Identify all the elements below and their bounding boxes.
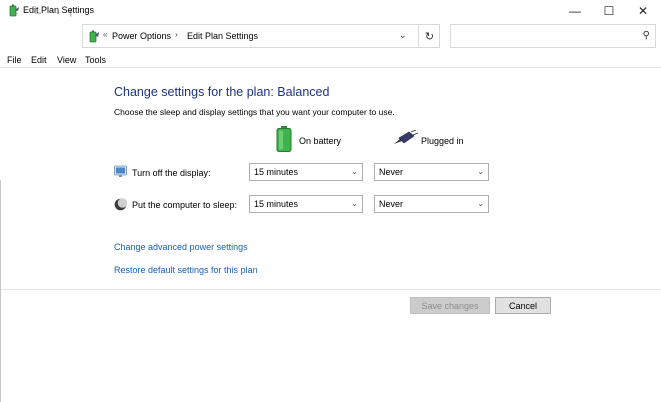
display-plugged-in-value: Never — [379, 167, 404, 177]
breadcrumb-power-options[interactable]: Power Options — [112, 31, 171, 41]
close-button[interactable]: ✕ — [626, 0, 660, 22]
menu-bar: File Edit View Tools — [0, 52, 661, 68]
sleep-moon-icon — [114, 198, 127, 211]
divider — [0, 289, 661, 290]
address-overflow-chevron-icon[interactable]: « — [103, 30, 107, 39]
put-computer-to-sleep-label: Put the computer to sleep: — [132, 200, 238, 210]
back-arrow-icon[interactable]: ← — [7, 4, 23, 20]
minimize-button[interactable]: — — [558, 0, 592, 22]
address-dropdown-icon[interactable]: ⌄ — [399, 30, 407, 41]
battery-icon — [276, 126, 292, 152]
refresh-icon[interactable]: ↻ — [418, 24, 440, 48]
on-battery-header: On battery — [299, 136, 342, 146]
sleep-on-battery-select[interactable]: 15 minutes ⌄ — [249, 195, 363, 213]
save-changes-button[interactable]: Save changes — [410, 297, 490, 314]
sleep-plugged-in-select[interactable]: Never ⌄ — [374, 195, 489, 213]
forward-arrow-icon[interactable]: → — [30, 4, 46, 20]
menu-edit[interactable]: Edit — [31, 55, 47, 65]
search-input[interactable]: ⚲ — [450, 24, 656, 48]
chevron-down-icon: ⌄ — [351, 167, 358, 176]
sleep-plugged-in-value: Never — [379, 199, 404, 209]
address-bar[interactable]: « Power Options › Edit Plan Settings ⌄ — [82, 24, 440, 48]
chevron-down-icon: ⌄ — [477, 199, 484, 208]
cancel-button[interactable]: Cancel — [495, 297, 551, 314]
chevron-down-icon: ⌄ — [351, 199, 358, 208]
up-arrow-icon[interactable]: ↑ — [63, 4, 79, 20]
turn-off-display-label: Turn off the display: — [132, 168, 211, 178]
menu-tools[interactable]: Tools — [85, 55, 106, 65]
chevron-down-icon: ⌄ — [477, 167, 484, 176]
control-panel-icon — [89, 30, 99, 43]
menu-view[interactable]: View — [57, 55, 76, 65]
power-plug-icon — [394, 130, 418, 144]
maximize-button[interactable]: ☐ — [592, 0, 626, 22]
display-on-battery-select[interactable]: 15 minutes ⌄ — [249, 163, 363, 181]
display-on-battery-value: 15 minutes — [254, 167, 299, 177]
title-bar: Edit Plan Settings — ☐ ✕ — [0, 0, 661, 22]
window-edge — [0, 180, 1, 402]
search-icon[interactable]: ⚲ — [643, 30, 650, 41]
restore-defaults-link[interactable]: Restore default settings for this plan — [114, 265, 258, 275]
page-title: Change settings for the plan: Balanced — [114, 85, 330, 99]
breadcrumb-edit-plan-settings[interactable]: Edit Plan Settings — [187, 31, 258, 41]
page-description: Choose the sleep and display settings th… — [114, 107, 395, 117]
monitor-icon — [114, 165, 127, 177]
change-advanced-settings-link[interactable]: Change advanced power settings — [114, 242, 248, 252]
display-plugged-in-select[interactable]: Never ⌄ — [374, 163, 489, 181]
sleep-on-battery-value: 15 minutes — [254, 199, 299, 209]
plugged-in-header: Plugged in — [421, 136, 464, 146]
breadcrumb-separator-icon[interactable]: › — [175, 30, 178, 39]
menu-file[interactable]: File — [7, 55, 22, 65]
